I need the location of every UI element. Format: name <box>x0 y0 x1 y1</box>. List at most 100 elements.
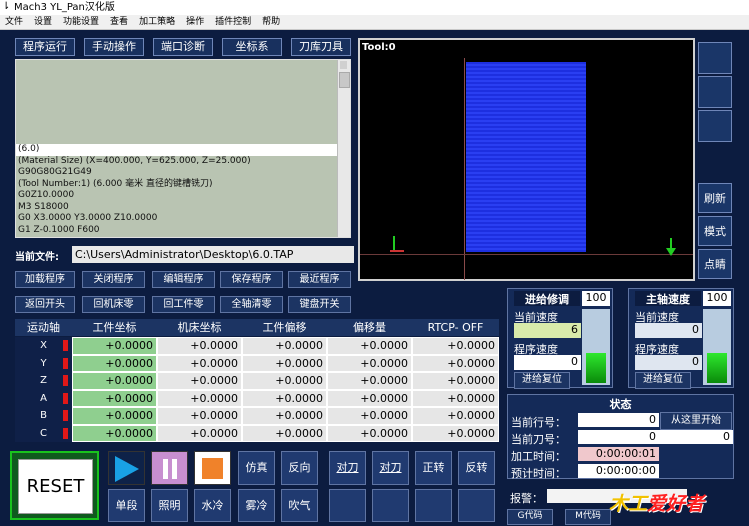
menu-view[interactable]: 查看 <box>110 17 128 27</box>
axis-offset-amount[interactable]: +0.0000 <box>327 407 412 425</box>
menu-settings[interactable]: 设置 <box>34 17 52 27</box>
spindle-ccw-button[interactable]: 反转 <box>458 451 495 485</box>
axis-ref-led-icon[interactable] <box>63 427 68 439</box>
side-button-2[interactable] <box>698 76 732 108</box>
feed-slider[interactable] <box>582 309 610 385</box>
tab-coordinates[interactable]: 坐标系 <box>222 38 282 56</box>
air-blow-button[interactable]: 吹气 <box>281 489 318 522</box>
reset-button-frame[interactable]: RESET <box>10 451 99 520</box>
axis-label[interactable]: A <box>15 389 72 407</box>
axis-label[interactable]: Z <box>15 372 72 390</box>
goto-work-zero-button[interactable]: 回工件零 <box>152 296 215 313</box>
blank-button[interactable] <box>458 489 495 522</box>
menu-plugins[interactable]: 插件控制 <box>215 17 251 27</box>
blank-button[interactable] <box>415 489 452 522</box>
axis-rtcp[interactable]: +0.0000 <box>412 407 499 425</box>
menu-operate[interactable]: 操作 <box>186 17 204 27</box>
axis-offset-amount[interactable]: +0.0000 <box>327 337 412 355</box>
single-block-button[interactable]: 单段 <box>108 489 145 522</box>
refresh-button[interactable]: 刷新 <box>698 183 732 213</box>
blank-button[interactable] <box>329 489 366 522</box>
mode-button[interactable]: 模式 <box>698 216 732 246</box>
close-program-button[interactable]: 关闭程序 <box>82 271 145 288</box>
zero-all-axes-button[interactable]: 全轴清零 <box>220 296 283 313</box>
side-button-3[interactable] <box>698 110 732 142</box>
feed-reset-button[interactable]: 进给复位 <box>514 372 570 389</box>
axis-work-coord[interactable]: +0.0000 <box>72 389 157 407</box>
axis-work-offset[interactable]: +0.0000 <box>242 354 327 372</box>
axis-rtcp[interactable]: +0.0000 <box>412 354 499 372</box>
axis-ref-led-icon[interactable] <box>63 357 68 369</box>
axis-label[interactable]: X <box>15 337 72 355</box>
gcode-button[interactable]: G代码 <box>507 509 553 525</box>
run-from-here-button[interactable]: 从这里开始 <box>660 412 732 430</box>
tab-manual[interactable]: 手动操作 <box>84 38 144 56</box>
menu-help[interactable]: 帮助 <box>262 17 280 27</box>
axis-work-offset[interactable]: +0.0000 <box>242 389 327 407</box>
feed-hold-button[interactable] <box>151 451 188 485</box>
axis-machine-coord[interactable]: +0.0000 <box>157 372 242 390</box>
axis-work-offset[interactable]: +0.0000 <box>242 372 327 390</box>
tool-setter-button-2[interactable]: 对刀 <box>372 451 409 485</box>
flood-coolant-button[interactable]: 水冷 <box>194 489 231 522</box>
axis-machine-coord[interactable]: +0.0000 <box>157 424 242 442</box>
spindle-slider[interactable] <box>703 309 731 385</box>
axis-rtcp[interactable]: +0.0000 <box>412 372 499 390</box>
menu-function-settings[interactable]: 功能设置 <box>63 17 99 27</box>
axis-rtcp[interactable]: +0.0000 <box>412 337 499 355</box>
axis-offset-amount[interactable]: +0.0000 <box>327 424 412 442</box>
axis-work-coord[interactable]: +0.0000 <box>72 337 157 355</box>
light-button[interactable]: 照明 <box>151 489 188 522</box>
axis-ref-led-icon[interactable] <box>63 392 68 404</box>
goto-machine-zero-button[interactable]: 回机床零 <box>82 296 145 313</box>
axis-work-coord[interactable]: +0.0000 <box>72 372 157 390</box>
recent-program-button[interactable]: 最近程序 <box>288 271 351 288</box>
simulate-button[interactable]: 仿真 <box>238 451 275 485</box>
axis-ref-led-icon[interactable] <box>63 340 68 351</box>
axis-work-coord[interactable]: +0.0000 <box>72 407 157 425</box>
blank-button[interactable] <box>372 489 409 522</box>
axis-work-offset[interactable]: +0.0000 <box>242 337 327 355</box>
axis-label[interactable]: C <box>15 424 72 442</box>
axis-work-coord[interactable]: +0.0000 <box>72 354 157 372</box>
axis-ref-led-icon[interactable] <box>63 375 68 386</box>
axis-work-coord[interactable]: +0.0000 <box>72 424 157 442</box>
scroll-up-arrow-icon[interactable] <box>340 61 347 69</box>
rewind-button[interactable]: 返回开头 <box>15 296 75 313</box>
axis-rtcp[interactable]: +0.0000 <box>412 389 499 407</box>
cycle-start-button[interactable] <box>108 451 145 485</box>
axis-offset-amount[interactable]: +0.0000 <box>327 372 412 390</box>
stop-button[interactable] <box>194 451 231 485</box>
axis-machine-coord[interactable]: +0.0000 <box>157 354 242 372</box>
save-program-button[interactable]: 保存程序 <box>220 271 283 288</box>
menu-file[interactable]: 文件 <box>5 17 23 27</box>
axis-rtcp[interactable]: +0.0000 <box>412 424 499 442</box>
mist-coolant-button[interactable]: 雾冷 <box>238 489 275 522</box>
mcode-button[interactable]: M代码 <box>565 509 611 525</box>
tab-tools[interactable]: 刀库刀具 <box>291 38 351 56</box>
jog-button[interactable]: 点睛 <box>698 249 732 279</box>
axis-machine-coord[interactable]: +0.0000 <box>157 337 242 355</box>
axis-work-offset[interactable]: +0.0000 <box>242 407 327 425</box>
spindle-cw-button[interactable]: 正转 <box>415 451 452 485</box>
gcode-listing[interactable]: (6.0) (Material Size) (X=400.000, Y=625.… <box>15 59 351 238</box>
spindle-reset-button[interactable]: 进给复位 <box>635 372 691 389</box>
keyboard-toggle-button[interactable]: 键盘开关 <box>288 296 351 313</box>
load-program-button[interactable]: 加载程序 <box>15 271 75 288</box>
scroll-thumb[interactable] <box>339 72 350 88</box>
edit-program-button[interactable]: 编辑程序 <box>152 271 215 288</box>
axis-ref-led-icon[interactable] <box>63 410 68 421</box>
tool-setter-button[interactable]: 对刀 <box>329 451 366 485</box>
reset-button[interactable]: RESET <box>18 459 93 514</box>
axis-label[interactable]: B <box>15 407 72 425</box>
toolpath-view[interactable]: Tool:0 <box>358 38 695 281</box>
axis-label[interactable]: Y <box>15 354 72 372</box>
axis-machine-coord[interactable]: +0.0000 <box>157 407 242 425</box>
tab-program-run[interactable]: 程序运行 <box>15 38 75 56</box>
axis-offset-amount[interactable]: +0.0000 <box>327 389 412 407</box>
side-button-1[interactable] <box>698 42 732 74</box>
reverse-button[interactable]: 反向 <box>281 451 318 485</box>
axis-machine-coord[interactable]: +0.0000 <box>157 389 242 407</box>
gcode-scrollbar[interactable] <box>337 60 350 237</box>
axis-work-offset[interactable]: +0.0000 <box>242 424 327 442</box>
